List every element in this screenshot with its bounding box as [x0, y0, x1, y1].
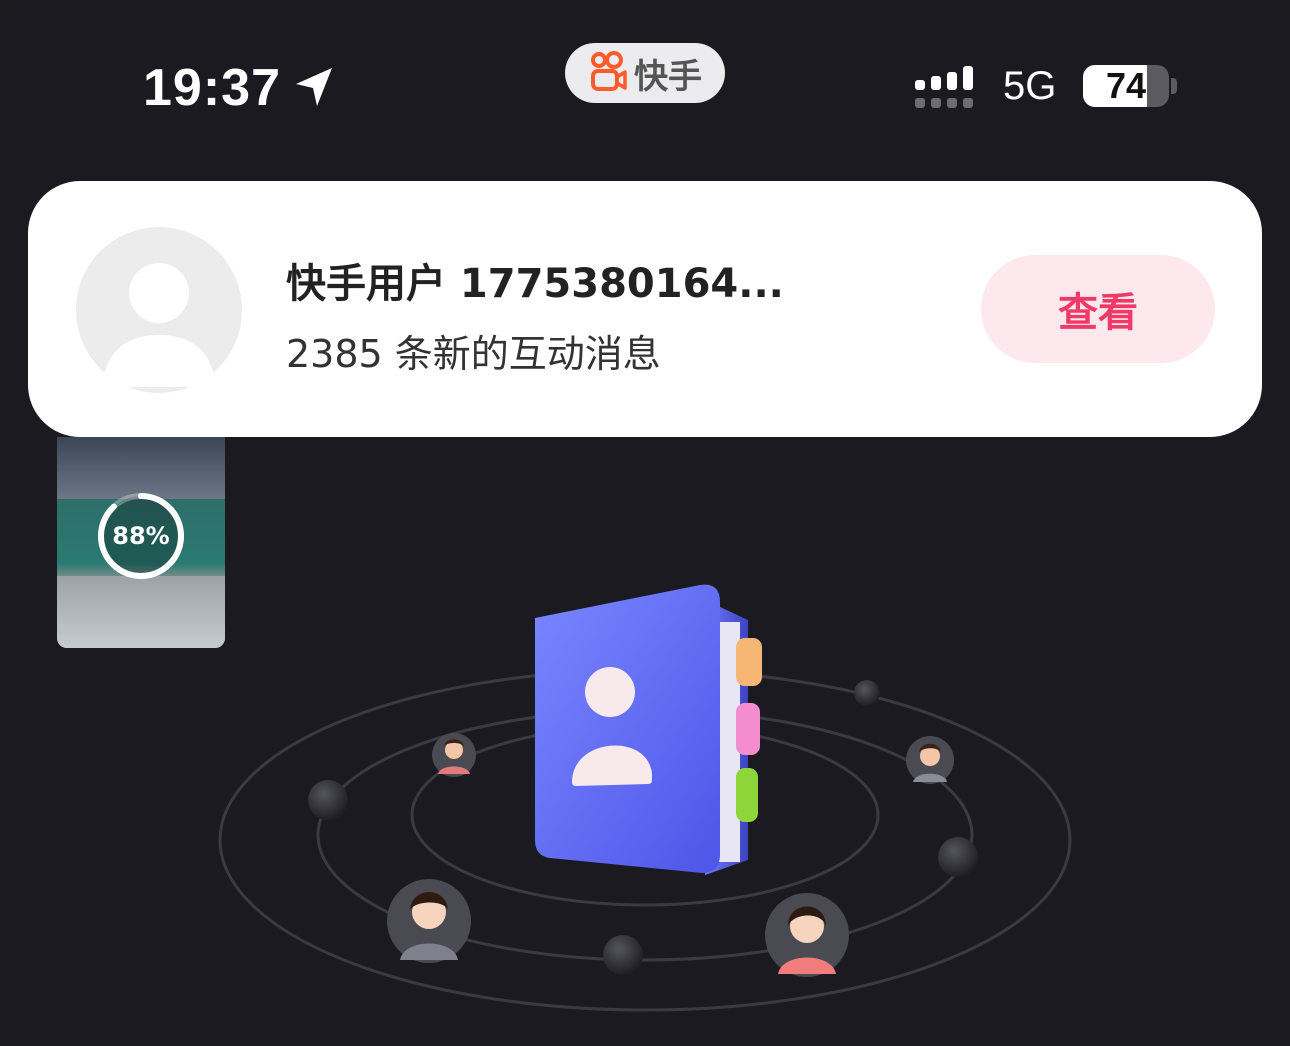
- app-indicator-pill[interactable]: 快手: [565, 43, 725, 103]
- kuaishou-logo-icon: [591, 51, 627, 91]
- battery-indicator: 74: [1083, 65, 1169, 107]
- battery-tip: [1171, 78, 1177, 94]
- notification-title: 快手用户 1775380164...: [286, 261, 784, 307]
- default-user-icon: [102, 263, 216, 387]
- orbit-ball: [854, 680, 880, 706]
- contacts-orbit-illustration: [218, 584, 1072, 1012]
- app-name: 快手: [634, 56, 702, 97]
- orbit-avatar-large-right: [765, 893, 849, 977]
- orbit-avatar-small-right: [906, 736, 954, 784]
- avatar: [76, 227, 242, 393]
- cellular-signal-icon: [915, 66, 973, 108]
- status-time: 19:37: [143, 59, 281, 117]
- orbit-avatar-small-left: [432, 733, 476, 777]
- progress-percent: 88%: [112, 522, 170, 550]
- battery-level: 74: [1105, 65, 1147, 106]
- notification-banner[interactable]: 快手用户 1775380164... 2385 条新的互动消息 查看: [28, 181, 1262, 437]
- orbit-avatar-large-left: [387, 879, 471, 963]
- screen: 19:37 快手 5G 74 快手用户 1775380164... 2385 条…: [0, 0, 1290, 1046]
- address-book-icon: [535, 584, 762, 875]
- orbit-ball: [603, 935, 643, 975]
- view-button[interactable]: 查看: [981, 255, 1215, 363]
- orbit-ball: [938, 837, 978, 877]
- notification-subtitle: 2385 条新的互动消息: [286, 332, 661, 376]
- network-type: 5G: [1003, 64, 1057, 108]
- location-arrow-icon: [296, 68, 332, 106]
- orbit-ball: [308, 780, 348, 820]
